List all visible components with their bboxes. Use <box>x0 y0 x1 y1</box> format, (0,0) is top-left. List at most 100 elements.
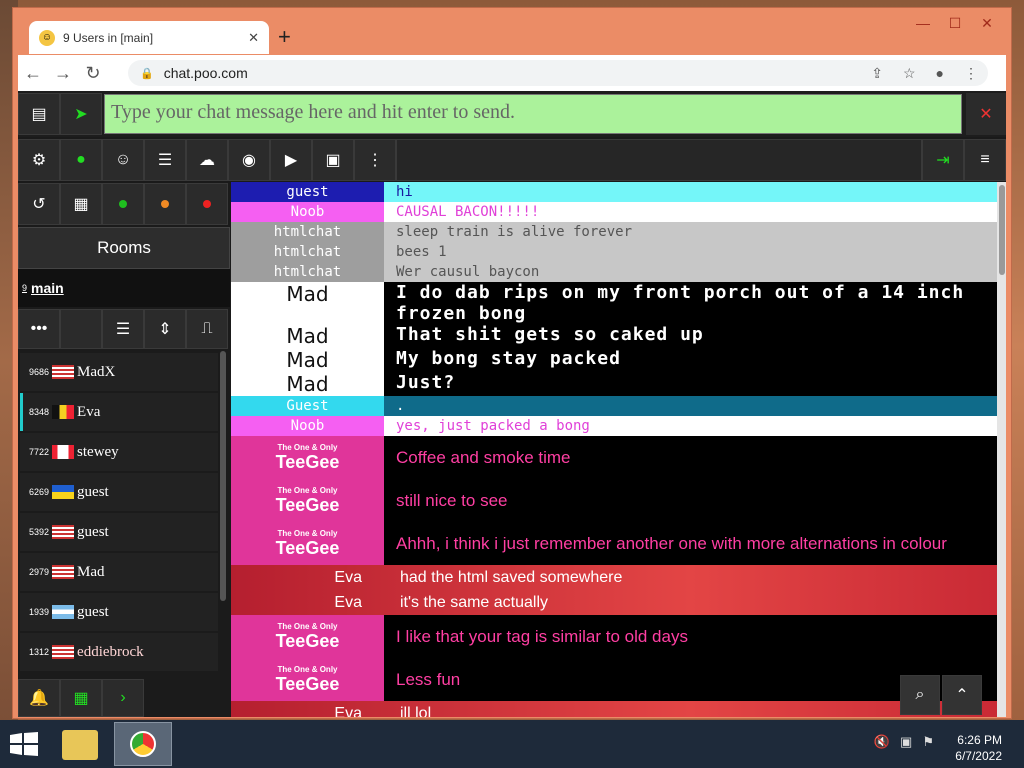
chat-scrollbar[interactable] <box>997 182 1006 717</box>
userlist-scrollbar[interactable] <box>220 351 226 601</box>
list-view-button[interactable]: ☰ <box>102 309 144 349</box>
chat-message-input[interactable]: Type your chat message here and hit ente… <box>104 94 962 134</box>
emoji-button[interactable]: ☺ <box>102 139 144 181</box>
message-author[interactable]: Mad <box>231 372 384 396</box>
chat-message: Mad I do dab rips on my front porch out o… <box>231 282 997 324</box>
tab-close-icon[interactable]: ✕ <box>248 30 259 46</box>
user-list-item[interactable]: 2979 Mad <box>20 553 218 591</box>
gears-icon: ⚙ <box>31 152 47 169</box>
message-author[interactable]: Guest <box>231 396 384 416</box>
action-center-icon[interactable]: ⚑ <box>922 734 934 750</box>
user-list-item[interactable]: 1939 guest <box>20 593 218 631</box>
room-name: main <box>31 280 64 296</box>
share-icon[interactable]: ⇪ <box>871 65 883 82</box>
back-icon[interactable]: ← <box>18 63 48 84</box>
browser-menu-icon[interactable]: ⋮ <box>964 65 978 82</box>
floating-buttons: ⌕ ⌃ <box>900 675 982 715</box>
more-options-button[interactable]: ••• <box>18 309 60 349</box>
message-text: I do dab rips on my front porch out of a… <box>384 282 997 324</box>
login-button[interactable]: ⇥ <box>922 139 964 181</box>
close-window-icon[interactable]: ✕ <box>971 11 1003 35</box>
message-author[interactable]: Mad <box>231 282 384 324</box>
video-button[interactable]: ▶ <box>270 139 312 181</box>
message-author[interactable]: The One & Only TeeGee <box>231 615 384 658</box>
chrome-taskbar-button[interactable] <box>114 722 172 766</box>
clock-time: 6:26 PM <box>957 733 1002 747</box>
user-list-item[interactable]: 8348 Eva <box>20 393 218 431</box>
message-author[interactable]: The One & Only TeeGee <box>231 522 384 565</box>
message-author[interactable]: Eva <box>231 705 374 718</box>
history-button[interactable]: ↺ <box>18 183 60 225</box>
options-button[interactable]: ☰ <box>144 139 186 181</box>
image-button[interactable]: ▣ <box>312 139 354 181</box>
message-author[interactable]: Noob <box>231 202 384 222</box>
window-controls: — ☐ ✕ <box>907 11 1003 35</box>
tab-title: 9 Users in [main] <box>63 30 154 45</box>
list-icon: ▤ <box>31 106 47 123</box>
search-button[interactable]: ⌕ <box>900 675 940 715</box>
message-author[interactable]: guest <box>231 182 384 202</box>
gift-button[interactable]: ▦ <box>60 679 102 717</box>
message-author[interactable]: Eva <box>231 594 374 612</box>
message-list-button[interactable]: ▤ <box>18 93 60 135</box>
maximize-icon[interactable]: ☐ <box>939 11 971 35</box>
network-icon[interactable]: ▣ <box>900 734 912 750</box>
windows-start-icon[interactable] <box>10 732 38 756</box>
message-author[interactable]: The One & Only TeeGee <box>231 436 384 479</box>
url-field[interactable]: 🔒 chat.poo.com ⇪ ☆ ● ⋮ <box>128 60 988 86</box>
message-author[interactable]: htmlchat <box>231 262 384 282</box>
notifications-button[interactable]: 🔔 <box>18 679 60 717</box>
hamburger-button[interactable]: ≡ <box>964 139 1006 181</box>
browser-window: ☺ 9 Users in [main] ✕ + — ☐ ✕ ← → ↻ 🔒 ch… <box>12 7 1012 719</box>
send-button[interactable]: ➤ <box>60 93 102 135</box>
scroll-top-button[interactable]: ⌃ <box>942 675 982 715</box>
chat-message: Mad My bong stay packed <box>231 348 997 372</box>
message-author[interactable]: Mad <box>231 348 384 372</box>
scrollbar-thumb[interactable] <box>999 185 1005 275</box>
lock-icon[interactable]: 🔒 <box>140 67 154 80</box>
file-explorer-icon[interactable] <box>62 730 98 760</box>
message-author[interactable]: The One & Only TeeGee <box>231 658 384 701</box>
bookmark-star-icon[interactable]: ☆ <box>903 65 916 82</box>
profile-button[interactable]: ● <box>60 139 102 181</box>
forward-icon[interactable]: → <box>48 63 78 84</box>
clock[interactable]: 6:26 PM 6/7/2022 <box>955 732 1002 764</box>
status-busy-button[interactable] <box>186 183 228 225</box>
status-online-button[interactable] <box>102 183 144 225</box>
minimize-icon[interactable]: — <box>907 11 939 35</box>
gift-box-button[interactable]: ▦ <box>60 183 102 225</box>
more-button[interactable]: ⋮ <box>354 139 396 181</box>
sort-button[interactable]: ⇕ <box>144 309 186 349</box>
upload-button[interactable]: ☁ <box>186 139 228 181</box>
expand-button[interactable]: › <box>102 679 144 717</box>
user-list-item[interactable]: 9686 MadX <box>20 353 218 391</box>
message-author[interactable]: Mad <box>231 324 384 348</box>
new-tab-button[interactable]: + <box>278 24 291 50</box>
message-author[interactable]: The One & Only TeeGee <box>231 479 384 522</box>
message-author[interactable]: htmlchat <box>231 242 384 262</box>
profile-icon[interactable]: ● <box>936 65 944 81</box>
flag-icon <box>52 525 75 539</box>
author-tag: The One & Only <box>277 486 338 495</box>
clear-input-button[interactable]: ✕ <box>966 93 1006 135</box>
status-away-button[interactable] <box>144 183 186 225</box>
room-link-main[interactable]: 9 main <box>18 269 230 307</box>
user-list-item[interactable]: 1312 eddiebrock <box>20 633 218 671</box>
message-author[interactable]: htmlchat <box>231 222 384 242</box>
message-text: Ahhh, i think i just remember another on… <box>384 522 997 565</box>
blank-button[interactable] <box>60 309 102 349</box>
settings-button[interactable]: ⚙ <box>18 139 60 181</box>
message-author[interactable]: Eva <box>231 569 374 587</box>
volume-muted-icon[interactable]: 🔇 <box>874 734 890 750</box>
user-list-item[interactable]: 7722 stewey <box>20 433 218 471</box>
user-list-item[interactable]: 6269 guest <box>20 473 218 511</box>
rooms-button[interactable]: Rooms <box>18 227 230 269</box>
message-author[interactable]: Noob <box>231 416 384 436</box>
camera-button[interactable]: ◉ <box>228 139 270 181</box>
exit-room-button[interactable]: ⎍ <box>186 309 228 349</box>
reload-icon[interactable]: ↻ <box>78 63 108 84</box>
sign-in-icon: ⇥ <box>936 152 950 169</box>
chat-app: ▤ ➤ Type your chat message here and hit … <box>18 91 1006 717</box>
browser-tab[interactable]: ☺ 9 Users in [main] ✕ <box>29 21 269 54</box>
user-list-item[interactable]: 5392 guest <box>20 513 218 551</box>
